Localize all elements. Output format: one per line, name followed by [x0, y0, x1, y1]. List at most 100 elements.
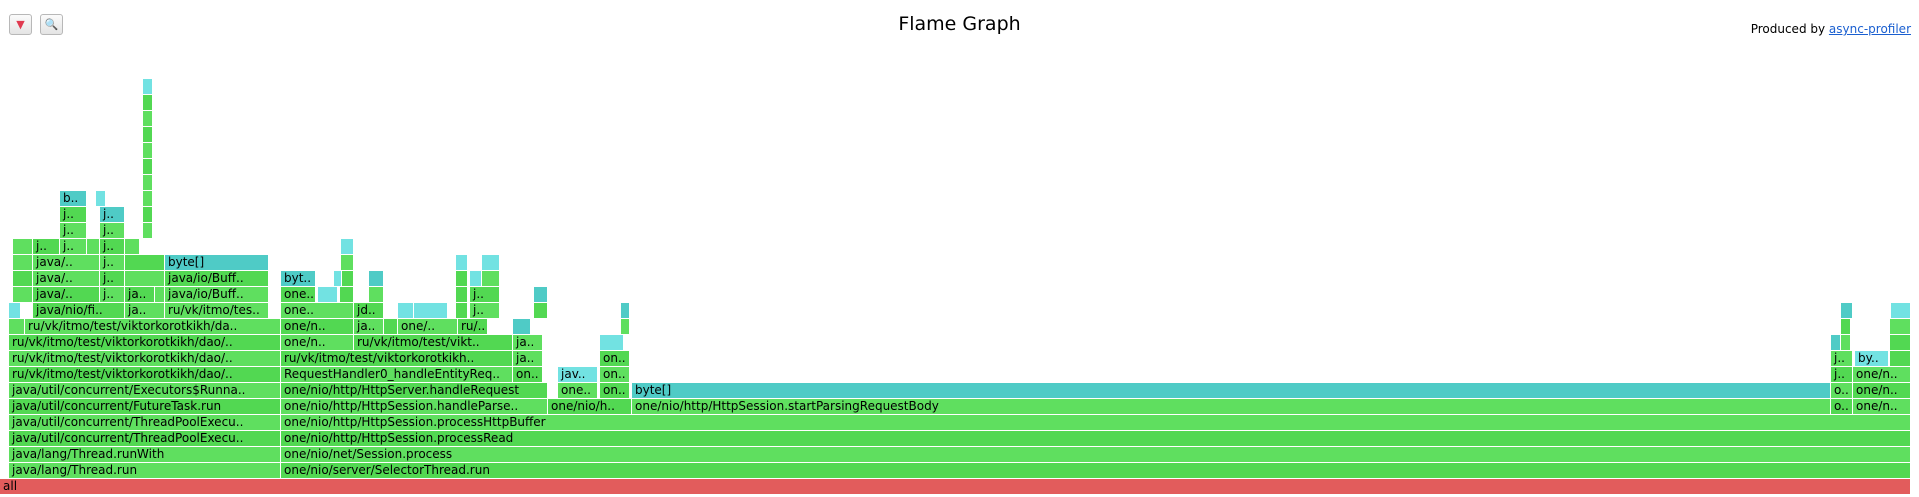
- flame-frame[interactable]: one..: [281, 287, 316, 302]
- flame-frame[interactable]: one/nio/server/SelectorThread.run: [281, 463, 1911, 478]
- flame-frame[interactable]: one/n..: [1853, 367, 1911, 382]
- flame-frame[interactable]: one/nio/http/HttpSession.processRead: [281, 431, 1911, 446]
- flame-frame[interactable]: j..: [100, 239, 125, 254]
- flame-frame[interactable]: java/util/concurrent/ThreadPoolExecu..: [9, 415, 281, 430]
- flame-frame[interactable]: java/util/concurrent/FutureTask.run: [9, 399, 281, 414]
- flame-frame[interactable]: one..: [558, 383, 598, 398]
- flame-frame[interactable]: j..: [60, 239, 87, 254]
- flame-frame[interactable]: ru/vk/itmo/test/viktorkorotkikh/dao/..: [9, 351, 281, 366]
- flame-frame[interactable]: [143, 159, 153, 174]
- flame-frame[interactable]: [470, 271, 482, 286]
- flame-frame[interactable]: java/util/concurrent/Executors$Runna..: [9, 383, 281, 398]
- flame-frame[interactable]: [143, 191, 153, 206]
- flame-frame[interactable]: [13, 255, 33, 270]
- flame-frame[interactable]: [482, 255, 500, 270]
- flame-frame[interactable]: [318, 287, 338, 302]
- flame-frame[interactable]: one/n..: [281, 335, 354, 350]
- flame-frame[interactable]: [456, 303, 468, 318]
- flame-frame[interactable]: [456, 255, 468, 270]
- flame-frame[interactable]: one/..: [398, 319, 458, 334]
- flame-frame[interactable]: java/nio/fi..: [33, 303, 125, 318]
- flame-frame[interactable]: [13, 287, 33, 302]
- flame-frame[interactable]: byt..: [281, 271, 316, 286]
- flame-frame[interactable]: [534, 303, 548, 318]
- flame-frame[interactable]: java/..: [33, 271, 100, 286]
- flame-frame[interactable]: [143, 79, 153, 94]
- flame-frame[interactable]: j..: [100, 287, 125, 302]
- flame-frame[interactable]: [384, 319, 398, 334]
- flame-frame[interactable]: ja..: [513, 351, 543, 366]
- flame-frame[interactable]: [534, 287, 548, 302]
- flame-frame[interactable]: by..: [1855, 351, 1889, 366]
- flame-frame[interactable]: one/nio/h..: [548, 399, 632, 414]
- flame-frame[interactable]: j..: [470, 287, 500, 302]
- flame-frame[interactable]: [143, 95, 153, 110]
- flame-frame[interactable]: ja..: [354, 319, 384, 334]
- flame-frame[interactable]: java/io/Buff..: [165, 287, 269, 302]
- flame-frame[interactable]: j..: [100, 207, 125, 222]
- flame-frame[interactable]: ru/vk/itmo/test/viktorkorotkikh/dao/..: [9, 335, 281, 350]
- flame-frame[interactable]: java/..: [33, 255, 100, 270]
- flame-frame[interactable]: [143, 143, 153, 158]
- flame-frame[interactable]: j..: [60, 223, 87, 238]
- flame-frame[interactable]: [125, 255, 165, 270]
- flame-frame[interactable]: o..: [1831, 399, 1853, 414]
- flame-frame[interactable]: [1890, 319, 1911, 334]
- flame-frame[interactable]: [456, 271, 468, 286]
- flame-frame[interactable]: [513, 319, 531, 334]
- flame-frame[interactable]: one/nio/net/Session.process: [281, 447, 1911, 462]
- flame-frame[interactable]: b..: [60, 191, 87, 206]
- flame-frame[interactable]: [143, 223, 153, 238]
- flame-frame[interactable]: [87, 239, 100, 254]
- flame-frame[interactable]: [96, 191, 106, 206]
- flame-frame[interactable]: [1841, 303, 1853, 318]
- flame-frame[interactable]: java/lang/Thread.run: [9, 463, 281, 478]
- flame-frame[interactable]: [9, 303, 21, 318]
- flame-frame[interactable]: [369, 287, 384, 302]
- flame-frame[interactable]: on..: [600, 351, 630, 366]
- flame-frame[interactable]: one/n..: [1853, 383, 1911, 398]
- flame-frame[interactable]: [414, 303, 448, 318]
- flame-frame[interactable]: [369, 271, 384, 286]
- flame-frame[interactable]: [600, 335, 624, 350]
- flame-frame[interactable]: [1841, 335, 1851, 350]
- flame-frame[interactable]: [341, 239, 354, 254]
- flame-frame[interactable]: one/n..: [281, 319, 354, 334]
- flame-frame[interactable]: ru/vk/itmo/test/viktorkorotkikh/dao/..: [9, 367, 281, 382]
- flame-frame[interactable]: one/n..: [1853, 399, 1911, 414]
- flame-frame[interactable]: o..: [1831, 383, 1853, 398]
- flame-frame[interactable]: [1890, 351, 1911, 366]
- flame-frame[interactable]: [1891, 303, 1911, 318]
- flame-frame[interactable]: [341, 255, 354, 270]
- flame-frame[interactable]: [9, 319, 25, 334]
- flame-frame[interactable]: [155, 287, 165, 302]
- flame-frame[interactable]: j..: [470, 303, 500, 318]
- flame-frame[interactable]: [1890, 335, 1911, 350]
- flame-frame[interactable]: java/util/concurrent/ThreadPoolExecu..: [9, 431, 281, 446]
- flame-frame[interactable]: one/nio/http/HttpServer.handleRequest: [281, 383, 548, 398]
- flame-frame[interactable]: [143, 111, 153, 126]
- flame-frame[interactable]: on..: [600, 367, 630, 382]
- flame-frame[interactable]: ru/vk/itmo/test/viktorkorotkikh..: [281, 351, 513, 366]
- flame-frame[interactable]: one/nio/http/HttpSession.handleParse..: [281, 399, 548, 414]
- flame-frame[interactable]: ru/vk/itmo/tes..: [165, 303, 269, 318]
- flame-frame[interactable]: one..: [281, 303, 354, 318]
- flame-frame[interactable]: java/io/Buff..: [165, 271, 269, 286]
- flame-frame[interactable]: byte[]: [632, 383, 1831, 398]
- flame-frame[interactable]: byte[]: [165, 255, 269, 270]
- flame-frame[interactable]: on..: [513, 367, 543, 382]
- flame-frame[interactable]: [13, 239, 33, 254]
- flame-frame[interactable]: RequestHandler0_handleEntityReq..: [281, 367, 513, 382]
- flame-frame[interactable]: [621, 303, 630, 318]
- flame-frame[interactable]: [143, 175, 153, 190]
- flame-frame[interactable]: [456, 287, 468, 302]
- flame-frame[interactable]: [125, 239, 140, 254]
- flame-frame[interactable]: jav..: [558, 367, 598, 382]
- flame-frame[interactable]: j..: [100, 255, 125, 270]
- flame-frame[interactable]: j..: [60, 207, 87, 222]
- flame-frame[interactable]: java/..: [33, 287, 100, 302]
- flame-frame[interactable]: on..: [600, 383, 630, 398]
- flame-frame[interactable]: all: [0, 479, 1911, 494]
- flame-frame[interactable]: one/nio/http/HttpSession.processHttpBuff…: [281, 415, 1911, 430]
- flame-frame[interactable]: [125, 271, 165, 286]
